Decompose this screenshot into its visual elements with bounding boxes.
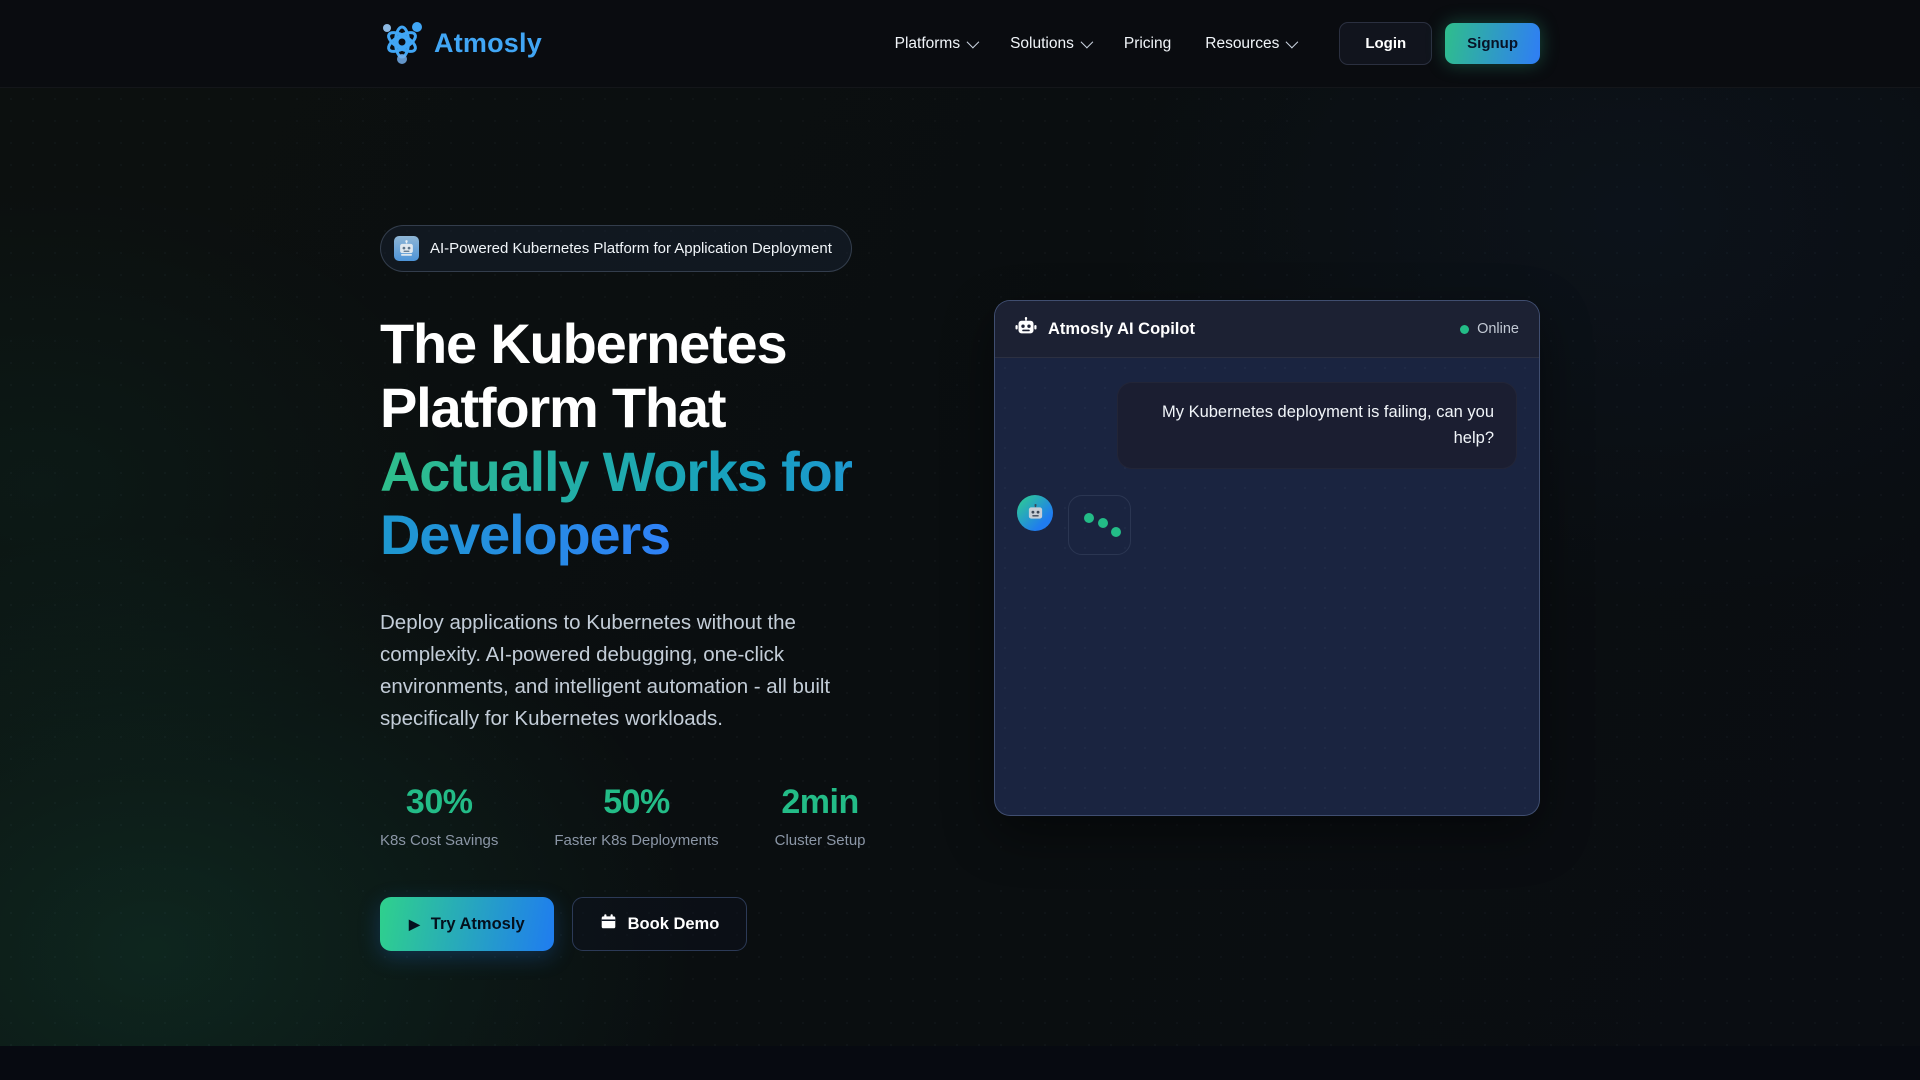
chat-status: Online — [1460, 321, 1519, 337]
nav-item-label: Solutions — [1010, 35, 1074, 53]
nav-item-platforms[interactable]: Platforms — [895, 35, 976, 53]
chat-header: Atmosly AI Copilot Online — [995, 301, 1539, 358]
brand-name: Atmosly — [434, 28, 542, 59]
chevron-down-icon — [1286, 36, 1299, 49]
stat-faster-deployments: 50% Faster K8s Deployments — [554, 783, 718, 849]
auth-buttons: Login Signup — [1339, 22, 1540, 65]
nav-item-label: Platforms — [895, 35, 960, 53]
try-atmosly-button[interactable]: ▶ Try Atmosly — [380, 897, 554, 951]
ai-copilot-chat-widget: Atmosly AI Copilot Online My Kubernetes … — [994, 300, 1540, 816]
stat-cost-savings: 30% K8s Cost Savings — [380, 783, 498, 849]
nav-item-pricing[interactable]: Pricing — [1124, 35, 1171, 53]
stat-label: Cluster Setup — [775, 832, 866, 849]
atom-logo-icon — [380, 18, 424, 69]
nav-item-solutions[interactable]: Solutions — [1010, 35, 1090, 53]
stat-value: 50% — [554, 783, 718, 822]
try-atmosly-label: Try Atmosly — [431, 915, 525, 934]
chevron-down-icon — [967, 36, 980, 49]
stat-label: Faster K8s Deployments — [554, 832, 718, 849]
play-icon: ▶ — [409, 916, 420, 933]
hero-badge-text: AI-Powered Kubernetes Platform for Appli… — [430, 240, 832, 257]
nav-item-label: Pricing — [1124, 35, 1171, 53]
stat-label: K8s Cost Savings — [380, 832, 498, 849]
top-navigation: Atmosly Platforms Solutions Pricing Reso… — [0, 0, 1920, 88]
chat-title: Atmosly AI Copilot — [1048, 320, 1195, 339]
login-button[interactable]: Login — [1339, 22, 1432, 65]
brand-logo[interactable]: Atmosly — [380, 18, 542, 69]
stat-value: 30% — [380, 783, 498, 822]
nav-item-resources[interactable]: Resources — [1205, 35, 1295, 53]
hero-heading: The Kubernetes Platform That Actually Wo… — [380, 312, 994, 567]
nav-item-label: Resources — [1205, 35, 1279, 53]
next-section-edge — [0, 1046, 1920, 1080]
robot-emoji-icon — [394, 236, 419, 261]
user-message-bubble: My Kubernetes deployment is failing, can… — [1117, 382, 1517, 469]
hero-stats: 30% K8s Cost Savings 50% Faster K8s Depl… — [380, 783, 994, 849]
bot-response-row — [1017, 495, 1517, 555]
nav-links: Platforms Solutions Pricing Resources — [895, 35, 1296, 53]
typing-dot — [1111, 527, 1121, 537]
hero-description: Deploy applications to Kubernetes withou… — [380, 607, 885, 735]
typing-dot — [1098, 518, 1108, 528]
hero-cta-row: ▶ Try Atmosly Book Demo — [380, 897, 994, 951]
calendar-icon — [600, 913, 617, 935]
chat-message-area: My Kubernetes deployment is failing, can… — [995, 358, 1539, 815]
robot-icon — [1015, 317, 1037, 342]
hero-heading-white: The Kubernetes Platform That — [380, 312, 786, 439]
hero-badge: AI-Powered Kubernetes Platform for Appli… — [380, 225, 852, 272]
book-demo-button[interactable]: Book Demo — [572, 897, 748, 951]
stat-cluster-setup: 2min Cluster Setup — [775, 783, 866, 849]
hero-heading-gradient: Actually Works for Developers — [380, 440, 852, 567]
book-demo-label: Book Demo — [628, 915, 720, 934]
hero-section: AI-Powered Kubernetes Platform for Appli… — [0, 88, 1920, 951]
typing-dot — [1084, 513, 1094, 523]
online-status-dot — [1460, 325, 1469, 334]
online-status-label: Online — [1477, 321, 1519, 337]
hero-content: AI-Powered Kubernetes Platform for Appli… — [380, 225, 994, 951]
stat-value: 2min — [775, 783, 866, 822]
signup-button[interactable]: Signup — [1445, 23, 1540, 64]
chevron-down-icon — [1080, 36, 1093, 49]
typing-indicator — [1068, 495, 1131, 555]
bot-avatar — [1017, 495, 1053, 531]
